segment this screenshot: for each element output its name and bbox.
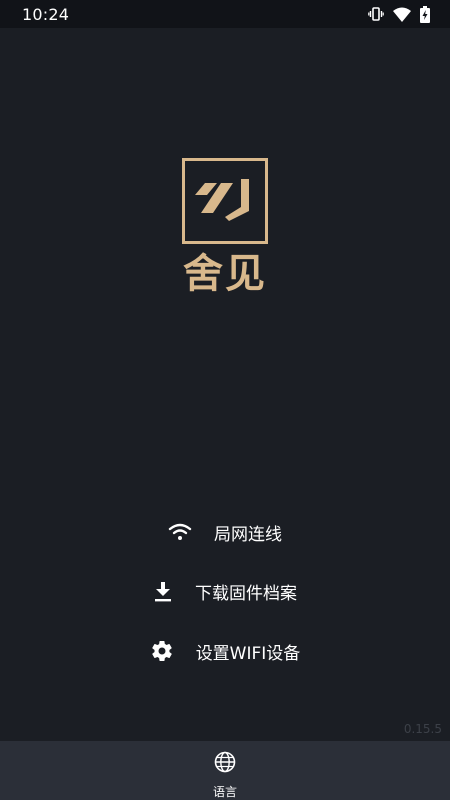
bottom-nav: 语言 bbox=[0, 741, 450, 800]
menu-item-label: 设置WIFI设备 bbox=[195, 643, 301, 664]
status-icons bbox=[368, 5, 430, 23]
logo-mark bbox=[182, 158, 268, 244]
vibrate-icon bbox=[368, 6, 384, 22]
language-label: 语言 bbox=[212, 785, 237, 799]
wifi-icon bbox=[393, 7, 411, 22]
app-logo: 舍见 bbox=[0, 158, 450, 294]
app-version: 0.15.5 bbox=[403, 722, 442, 736]
menu-item-download-firmware[interactable]: 下载固件档案 bbox=[0, 571, 450, 611]
menu-item-setup-wifi-device[interactable]: 设置WIFI设备 bbox=[0, 631, 450, 671]
status-time: 10:24 bbox=[22, 4, 70, 24]
wifi-icon bbox=[168, 522, 192, 542]
menu-item-label: 下载固件档案 bbox=[195, 583, 297, 604]
app-name: 舍见 bbox=[183, 251, 267, 297]
battery-charging-icon bbox=[420, 5, 430, 23]
language-button[interactable]: 语言 bbox=[185, 741, 265, 800]
menu-item-lan-connect[interactable]: 局网连线 bbox=[0, 512, 450, 552]
download-icon bbox=[153, 580, 173, 602]
gear-icon bbox=[150, 639, 174, 663]
menu-item-label: 局网连线 bbox=[214, 524, 282, 545]
globe-icon bbox=[214, 751, 236, 777]
status-bar: 10:24 bbox=[0, 0, 450, 28]
